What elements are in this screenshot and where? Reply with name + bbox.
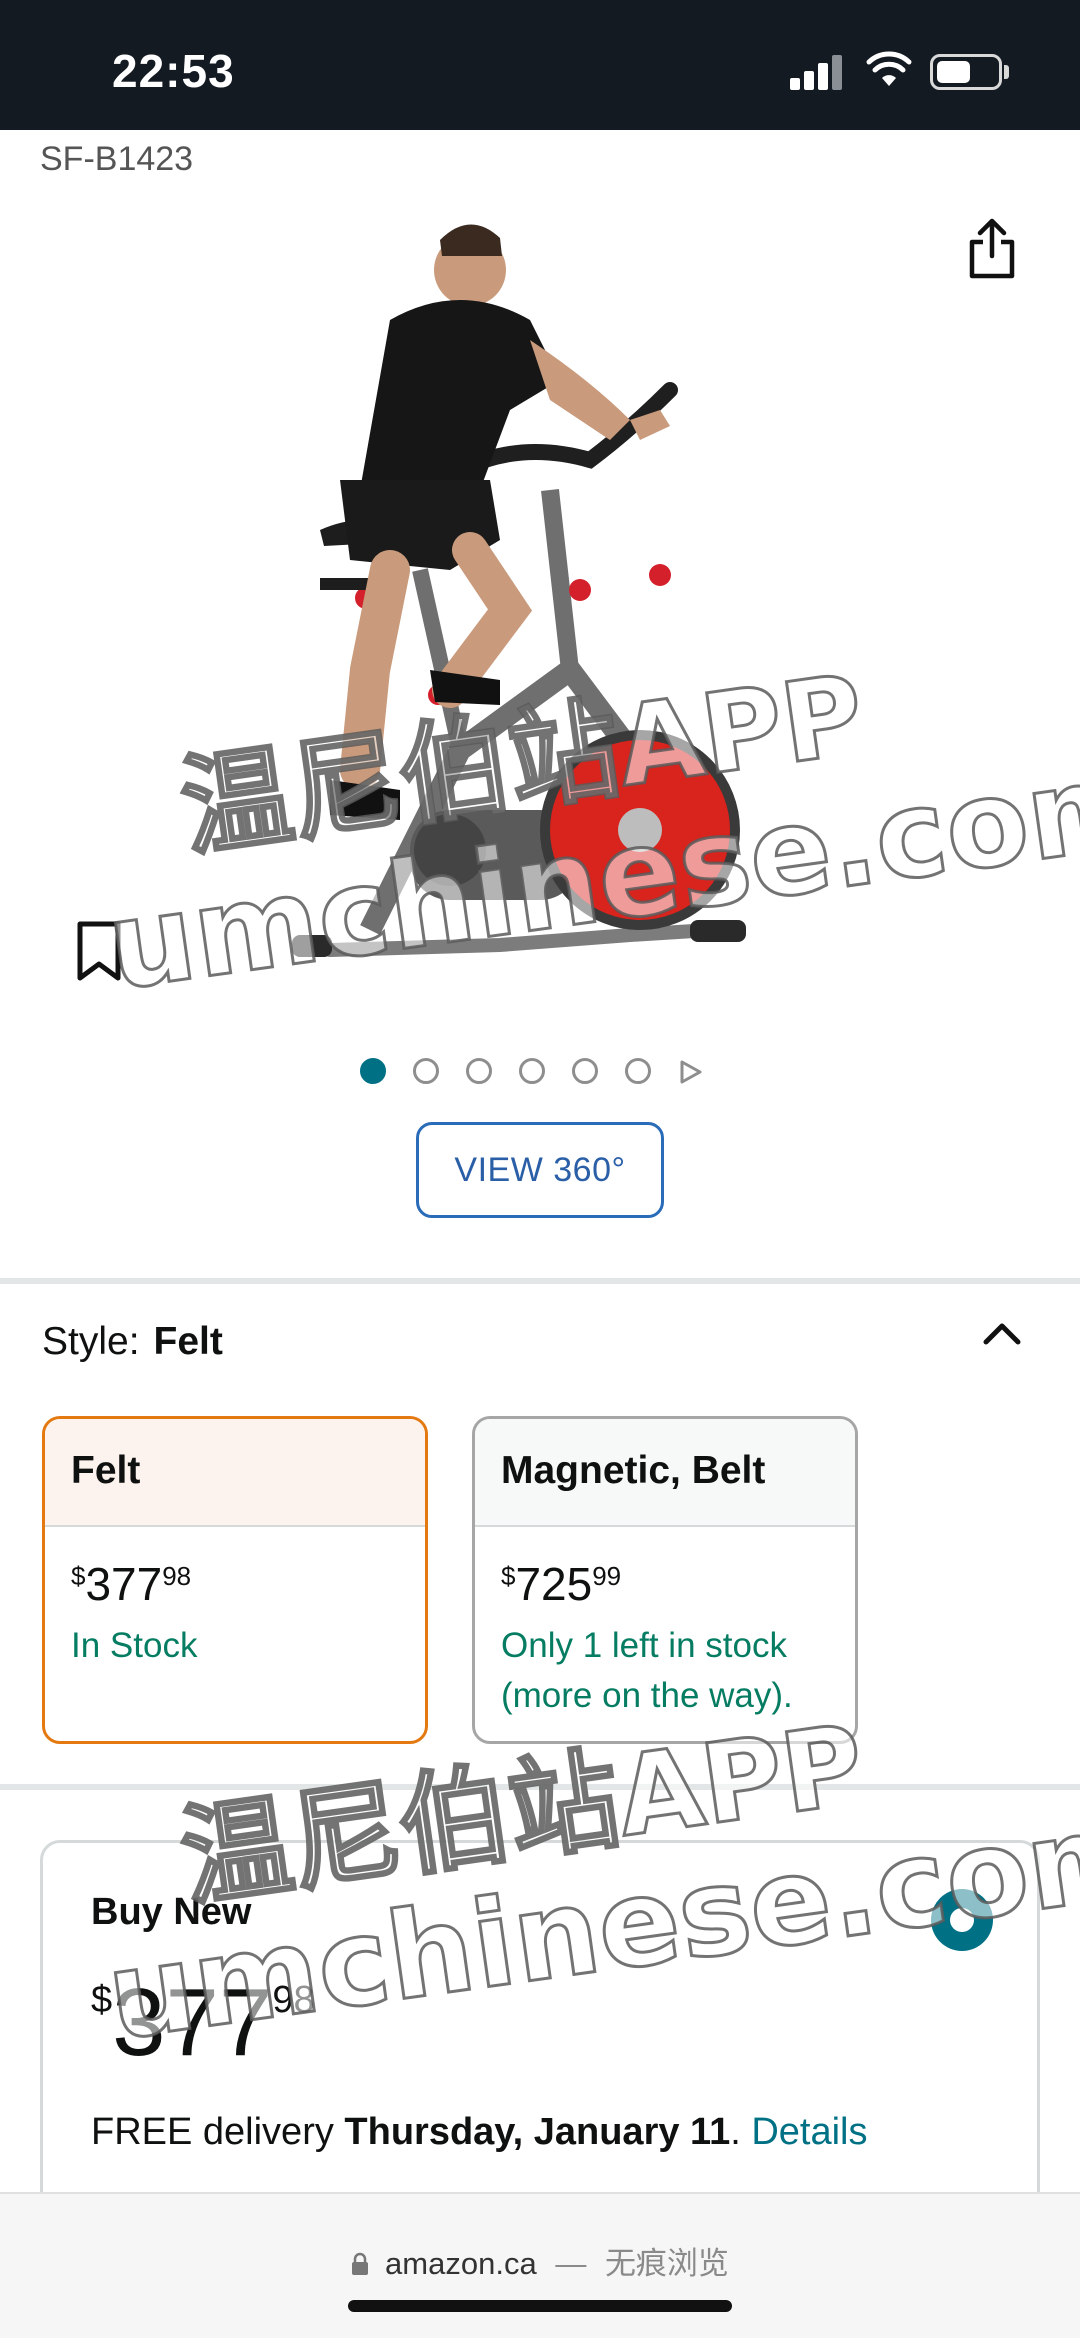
wifi-icon <box>866 51 912 86</box>
bookmark-icon[interactable] <box>74 920 124 982</box>
details-link[interactable]: Details <box>751 2111 867 2153</box>
style-option-price: $72599 <box>475 1527 855 1607</box>
carousel-dot[interactable] <box>466 1058 492 1084</box>
delivery-prefix: FREE delivery <box>91 2111 334 2153</box>
battery-tip <box>1004 65 1009 79</box>
carousel-dot[interactable] <box>413 1058 439 1084</box>
home-indicator <box>348 2300 732 2312</box>
lock-icon <box>352 2252 369 2275</box>
price-fraction: 99 <box>592 1561 622 1591</box>
style-option-name: Felt <box>45 1419 425 1527</box>
buy-new-radio[interactable] <box>931 1889 993 1951</box>
status-time: 22:53 <box>112 45 235 97</box>
battery-icon <box>930 54 1002 90</box>
price-symbol: $ <box>501 1561 516 1591</box>
play-icon[interactable] <box>678 1060 702 1084</box>
delivery-suffix: . <box>730 2111 741 2153</box>
style-selected-value: Felt <box>153 1320 223 1363</box>
stock-status: Only 1 left in stock (more on the way). <box>501 1626 793 1715</box>
cellular-signal-icon <box>790 54 844 90</box>
battery-fill <box>937 61 970 83</box>
share-icon[interactable] <box>966 218 1018 280</box>
divider <box>0 1784 1080 1790</box>
chevron-up-icon[interactable] <box>980 1318 1024 1348</box>
address-bar[interactable]: amazon.ca — 无痕浏览 <box>0 2238 1080 2283</box>
price-fraction: 98 <box>162 1561 192 1591</box>
price-whole: 377 <box>112 1969 273 2076</box>
carousel-dot[interactable] <box>519 1058 545 1084</box>
delivery-date: Thursday, January 11 <box>344 2111 731 2153</box>
view-360-button[interactable]: VIEW 360° <box>416 1122 664 1218</box>
price-symbol: $ <box>91 1979 113 2021</box>
stock-status: In Stock <box>71 1626 198 1665</box>
price-symbol: $ <box>71 1561 86 1591</box>
separator-text: — <box>555 2246 587 2281</box>
price-whole: 377 <box>85 1558 163 1610</box>
divider <box>0 1278 1080 1284</box>
carousel-dot[interactable] <box>360 1058 386 1084</box>
style-option-price: $37798 <box>45 1527 425 1607</box>
status-bar: 22:53 <box>0 0 1080 130</box>
buy-new-price: $37798 <box>91 1975 315 2071</box>
carousel-dot[interactable] <box>572 1058 598 1084</box>
style-label: Style: <box>42 1320 140 1363</box>
style-selector-header: Style: Felt <box>42 1320 223 1364</box>
style-option-name: Magnetic, Belt <box>475 1419 855 1527</box>
style-option-magnetic-belt[interactable]: Magnetic, Belt $72599 Only 1 left in sto… <box>472 1416 858 1744</box>
carousel-dot[interactable] <box>625 1058 651 1084</box>
buy-new-title: Buy New <box>91 1891 252 1933</box>
browser-bottom-bar: amazon.ca — 无痕浏览 <box>0 2192 1080 2338</box>
delivery-info: FREE delivery Thursday, January 11. Deta… <box>91 2111 868 2154</box>
price-fraction: 98 <box>272 1979 315 2021</box>
private-browsing-label: 无痕浏览 <box>604 2246 729 2281</box>
model-code: SF-B1423 <box>40 140 194 178</box>
domain-text: amazon.ca <box>385 2246 537 2281</box>
style-option-felt[interactable]: Felt $37798 In Stock <box>42 1416 428 1744</box>
product-image[interactable] <box>270 190 830 1010</box>
price-whole: 725 <box>515 1558 593 1610</box>
